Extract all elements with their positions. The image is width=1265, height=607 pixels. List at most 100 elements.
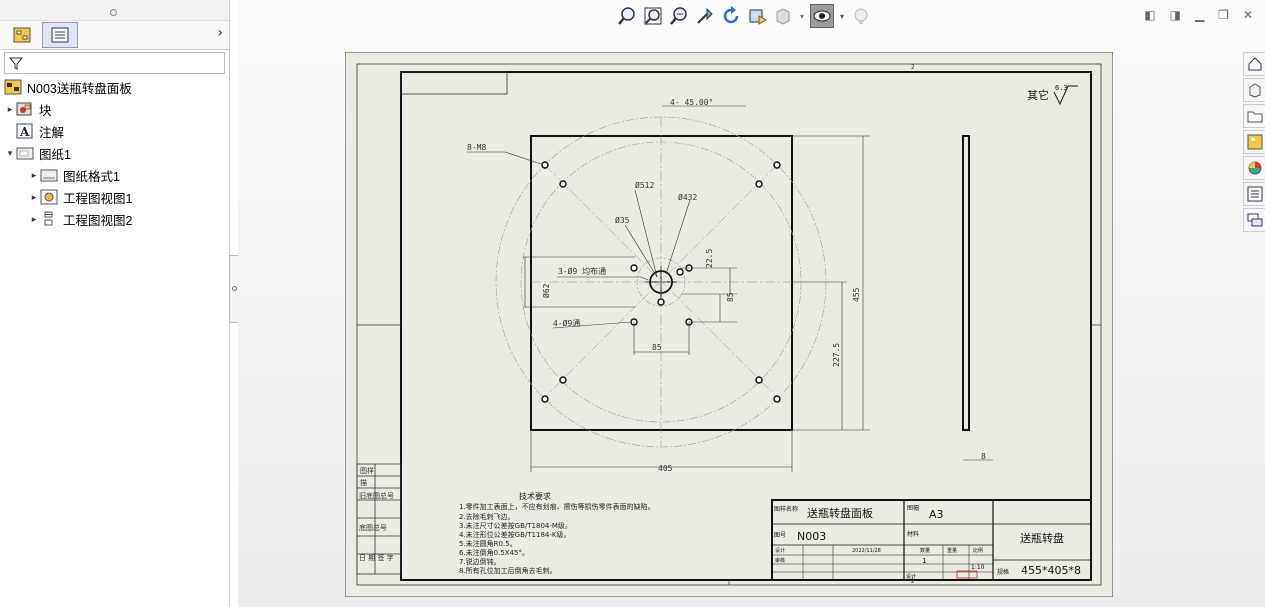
panel-grip[interactable] — [110, 9, 117, 16]
custom-properties-icon[interactable] — [1243, 182, 1265, 206]
part-name[interactable]: 送瓶转盘 — [1020, 531, 1064, 545]
chevron-down-icon[interactable]: ▾ — [4, 148, 16, 159]
rotate-view-icon[interactable] — [694, 5, 716, 27]
feature-tree-tab[interactable] — [4, 22, 40, 48]
zoom-previous-icon[interactable] — [668, 5, 690, 27]
splitter-grip — [232, 286, 237, 291]
chevron-right-icon[interactable]: › — [217, 25, 223, 41]
tree-item-label: 块 — [39, 103, 52, 118]
design-library-icon[interactable] — [1243, 78, 1265, 102]
sheet-size[interactable]: A3 — [929, 508, 944, 521]
tree-item-drawing-view2[interactable]: ▸ 工程图视图2 — [0, 208, 229, 230]
title-block-label: 比例 — [973, 547, 983, 554]
tech-req-line: 5.未注圆角R0.5。 — [459, 539, 517, 548]
sheet-icon — [16, 145, 34, 161]
dimension-d512[interactable]: Ø512 — [635, 180, 654, 190]
left-block-label: 日 期 签 字 — [359, 553, 394, 562]
chevron-right-icon[interactable]: ▸ — [28, 214, 40, 225]
dimension-8-m8[interactable]: 8-M8 — [467, 143, 486, 152]
tree-item-label: 图纸1 — [39, 147, 71, 162]
tree-filter-input[interactable] — [4, 52, 225, 74]
part-spec[interactable]: 455*405*8 — [1021, 564, 1081, 577]
drawing-number[interactable]: N003 — [797, 530, 826, 543]
roughness-value: 6.3 — [1055, 84, 1068, 92]
tree-item-label: 工程图视图2 — [63, 213, 133, 228]
tree-item-sheet-format1[interactable]: ▸ 图纸格式1 — [0, 164, 229, 186]
hide-show-icon[interactable] — [810, 4, 834, 28]
tech-req-line: 7.锐边倒钝。 — [459, 557, 501, 566]
tree-item-label: 工程图视图1 — [63, 191, 133, 206]
chevron-right-icon[interactable]: ▸ — [4, 104, 16, 115]
feature-manager-panel: › N003送瓶转盘面板 ▸ 块 A 注解 ▾ 图纸1 ▸ 图纸格式1 ▸ 工程… — [0, 0, 230, 607]
left-block-label: 图样 — [360, 466, 374, 475]
sheet-format-icon — [40, 167, 58, 183]
tech-req-line: 3.未注尺寸公差按GB/T1804-M级。 — [459, 521, 572, 530]
title-block-label: 设计 — [906, 573, 916, 580]
title-block-label: 图幅 — [907, 504, 919, 512]
minimize-icon[interactable]: ▁ — [1195, 8, 1204, 22]
drawing-sheet[interactable]: 2 2 其它 6.3 8-M8 4- 45.00° Ø512 Ø432 Ø35 … — [345, 52, 1113, 597]
close-icon[interactable]: ✕ — [1243, 8, 1253, 22]
dimension-angle[interactable]: 4- 45.00° — [670, 98, 713, 107]
zoom-to-fit-icon[interactable] — [616, 5, 638, 27]
dimension-8[interactable]: 8 — [981, 452, 986, 461]
roughness-label: 其它 — [1027, 88, 1049, 102]
feature-tree-icon — [13, 27, 31, 43]
dimension-d432[interactable]: Ø432 — [678, 192, 697, 202]
tree-item-sheet1[interactable]: ▾ 图纸1 — [0, 142, 229, 164]
title-block-label: 数量 — [920, 547, 930, 554]
dimension-405[interactable]: 405 — [658, 464, 673, 473]
left-block-label: 底图总号 — [359, 523, 387, 532]
chevron-right-icon[interactable]: ▸ — [28, 170, 40, 181]
drawing-view-icon — [40, 189, 58, 205]
window-controls: ◧ ◨ ▁ ❐ ✕ — [1144, 8, 1253, 22]
folder-icon[interactable] — [1243, 104, 1265, 128]
panel-header — [0, 0, 229, 21]
drawing-view-icon — [40, 211, 58, 227]
property-manager-tab[interactable] — [42, 22, 78, 48]
filter-icon — [9, 57, 23, 70]
dimension-3-holes[interactable]: 3-Ø9 均布通 — [558, 266, 606, 276]
graphics-area[interactable]: ▾ ▾ ◧ ◨ ▁ ❐ ✕ 2 2 其它 6.3 8-M8 4- 45.00° … — [238, 0, 1265, 607]
dimension-d35[interactable]: Ø35 — [615, 215, 630, 225]
drawing-date: 2022/11/28 — [852, 548, 881, 554]
tree-item-block[interactable]: ▸ 块 — [0, 98, 229, 120]
appearances-icon[interactable] — [1243, 156, 1265, 180]
drawing-name[interactable]: 送瓶转盘面板 — [807, 506, 873, 520]
refresh-icon[interactable] — [720, 5, 742, 27]
forum-icon[interactable] — [1243, 208, 1265, 232]
chevron-down-icon[interactable]: ▾ — [798, 5, 806, 27]
tree-item-annotations[interactable]: A 注解 — [0, 120, 229, 142]
chevron-right-icon[interactable]: ▸ — [28, 192, 40, 203]
tile-right-icon[interactable]: ◨ — [1170, 8, 1181, 22]
section-view-icon[interactable] — [746, 5, 768, 27]
view-palette-icon[interactable] — [1243, 130, 1265, 154]
title-block-label: 规格 — [997, 568, 1009, 576]
zoom-area-icon[interactable] — [642, 5, 664, 27]
tree-item-drawing-view1[interactable]: ▸ 工程图视图1 — [0, 186, 229, 208]
dimension-4-holes[interactable]: 4-Ø9通 — [553, 318, 580, 328]
tile-left-icon[interactable]: ◧ — [1144, 8, 1155, 22]
dimension-22[interactable]: 22.5 — [705, 249, 714, 268]
dimension-227[interactable]: 227.5 — [832, 343, 841, 367]
title-block-label: 图号 — [774, 532, 786, 539]
tech-req-line: 8.所有孔位加工后倒角去毛刺。 — [459, 566, 557, 575]
appearance-icon[interactable] — [850, 5, 872, 27]
title-block-label: 重量 — [947, 547, 957, 554]
dimension-d62[interactable]: Ø62 — [541, 283, 551, 298]
tech-req-title: 技术要求 — [519, 491, 551, 501]
display-style-icon[interactable] — [772, 5, 794, 27]
dimension-85-v[interactable]: 85 — [726, 292, 735, 302]
dimension-455[interactable]: 455 — [852, 287, 861, 302]
block-icon — [16, 101, 34, 117]
home-icon[interactable] — [1243, 52, 1265, 76]
restore-icon[interactable]: ❐ — [1218, 8, 1229, 22]
tree-root[interactable]: N003送瓶转盘面板 — [0, 76, 229, 98]
scale: 1:10 — [971, 564, 985, 571]
left-block-label: 旧底图总号 — [359, 491, 394, 500]
chevron-down-icon[interactable]: ▾ — [838, 5, 846, 27]
title-block-label: 设计 — [775, 547, 785, 554]
title-block-label: 图样名称 — [774, 505, 798, 513]
dimension-85-h[interactable]: 85 — [652, 343, 662, 352]
annotation-icon: A — [16, 123, 34, 139]
